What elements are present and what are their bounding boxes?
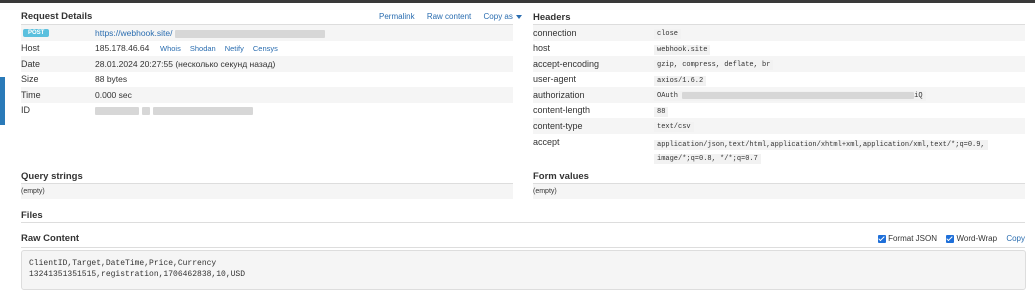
request-row-url: POST https://webhook.site/: [21, 25, 513, 41]
copy-as-dropdown[interactable]: Copy as: [484, 12, 522, 21]
top-border: [0, 0, 1035, 3]
id-value: [95, 105, 253, 115]
header-name: accept-encoding: [533, 58, 600, 69]
header-name: authorization: [533, 89, 585, 100]
header-value: text/csv: [654, 122, 694, 133]
header-name: content-length: [533, 105, 591, 116]
host-label: Host: [21, 43, 40, 54]
form-empty-row: (empty): [533, 184, 1025, 199]
headers-title: Headers: [533, 12, 571, 23]
header-name: user-agent: [533, 74, 577, 85]
time-label: Time: [21, 89, 41, 100]
redacted-id-part3: [153, 107, 253, 115]
request-row-date: Date 28.01.2024 20:27:55 (несколько секу…: [21, 56, 513, 72]
raw-line: 13241351351515,registration,1706462838,1…: [29, 270, 246, 279]
url-value[interactable]: https://webhook.site/: [95, 28, 325, 38]
header-name: host: [533, 43, 551, 54]
size-value: 88 bytes: [95, 74, 128, 85]
whois-link[interactable]: Whois: [160, 44, 181, 53]
raw-content-link[interactable]: Raw content: [427, 12, 471, 21]
request-row-host: Host 185.178.46.64 Whois Shodan Netify Cens…: [21, 41, 513, 57]
header-row-accept-encoding: accept-encoding gzip, compress, deflate,…: [533, 56, 1025, 72]
header-value: OAuth iQ: [654, 91, 926, 102]
shodan-link[interactable]: Shodan: [190, 44, 216, 53]
redacted-url: [174, 29, 325, 38]
header-row-authorization: authorization OAuth iQ: [533, 87, 1025, 103]
header-value: gzip, compress, deflate, br: [654, 60, 774, 71]
header-value: webhook.site: [654, 44, 711, 55]
files-divider: [21, 222, 1025, 223]
redacted-token: [682, 91, 915, 99]
header-row-user-agent: user-agent axios/1.6.2: [533, 72, 1025, 88]
format-json-option[interactable]: Format JSON: [877, 234, 937, 243]
request-links: Permalink Raw content Copy as: [369, 12, 522, 21]
raw-line: ClientID,Target,DateTime,Price,Currency: [29, 259, 217, 268]
date-value: 28.01.2024 20:27:55 (несколько секунд на…: [95, 58, 276, 69]
query-empty: (empty): [21, 188, 45, 195]
header-row-connection: connection close: [533, 25, 1025, 41]
header-name: accept: [533, 137, 560, 147]
date-label: Date: [21, 58, 41, 69]
header-row-host: host webhook.site: [533, 41, 1025, 57]
request-row-size: Size 88 bytes: [21, 72, 513, 88]
raw-divider: [21, 247, 1025, 248]
request-row-id: ID: [21, 103, 513, 119]
form-empty: (empty): [533, 188, 557, 195]
header-value-cont: image/*;q=0.8, */*;q=0.7: [654, 154, 761, 164]
raw-content-box[interactable]: ClientID,Target,DateTime,Price,Currency …: [21, 250, 1026, 290]
format-json-checkbox[interactable]: [877, 234, 886, 243]
netify-link[interactable]: Netify: [225, 44, 244, 53]
method-badge: POST: [23, 28, 50, 37]
host-value: 185.178.46.64: [95, 43, 150, 54]
redacted-id-part1: [95, 107, 139, 115]
copy-as-label: Copy as: [483, 12, 513, 21]
request-row-time: Time 0.000 sec: [21, 87, 513, 103]
format-json-label: Format JSON: [888, 234, 937, 243]
form-values-title: Form values: [533, 171, 589, 182]
raw-content-title: Raw Content: [21, 233, 80, 244]
header-value: application/json,text/html,application/x…: [654, 140, 988, 150]
time-value: 0.000 sec: [95, 89, 132, 100]
censys-link[interactable]: Censys: [253, 44, 278, 53]
copy-button[interactable]: Copy: [1006, 234, 1025, 243]
request-details-title: Request Details: [21, 11, 93, 22]
word-wrap-option[interactable]: Word-Wrap: [946, 234, 997, 243]
query-strings-title: Query strings: [21, 171, 83, 182]
header-name: content-type: [533, 120, 583, 131]
word-wrap-checkbox[interactable]: [946, 234, 955, 243]
header-name: connection: [533, 27, 577, 38]
auth-tail: iQ: [914, 92, 923, 101]
request-url[interactable]: https://webhook.site/: [95, 28, 173, 38]
raw-options: Format JSON Word-Wrap Copy: [877, 234, 1025, 243]
header-value: 88: [654, 106, 669, 117]
id-label: ID: [21, 105, 30, 116]
header-value: axios/1.6.2: [654, 75, 707, 86]
redacted-id-part2: [142, 107, 150, 115]
size-label: Size: [21, 74, 39, 85]
auth-scheme: OAuth: [657, 92, 679, 101]
chevron-down-icon: [515, 14, 522, 19]
header-row-content-type: content-type text/csv: [533, 118, 1025, 134]
header-row-accept: accept application/json,text/html,applic…: [533, 134, 1025, 164]
header-row-content-length: content-length 88: [533, 103, 1025, 119]
files-title: Files: [21, 210, 43, 221]
header-value: close: [654, 29, 682, 40]
query-empty-row: (empty): [21, 184, 513, 199]
word-wrap-label: Word-Wrap: [956, 234, 998, 243]
sidebar-indicator: [0, 77, 5, 125]
host-tools: Whois Shodan Netify Censys: [160, 43, 287, 53]
permalink-link[interactable]: Permalink: [379, 12, 415, 21]
